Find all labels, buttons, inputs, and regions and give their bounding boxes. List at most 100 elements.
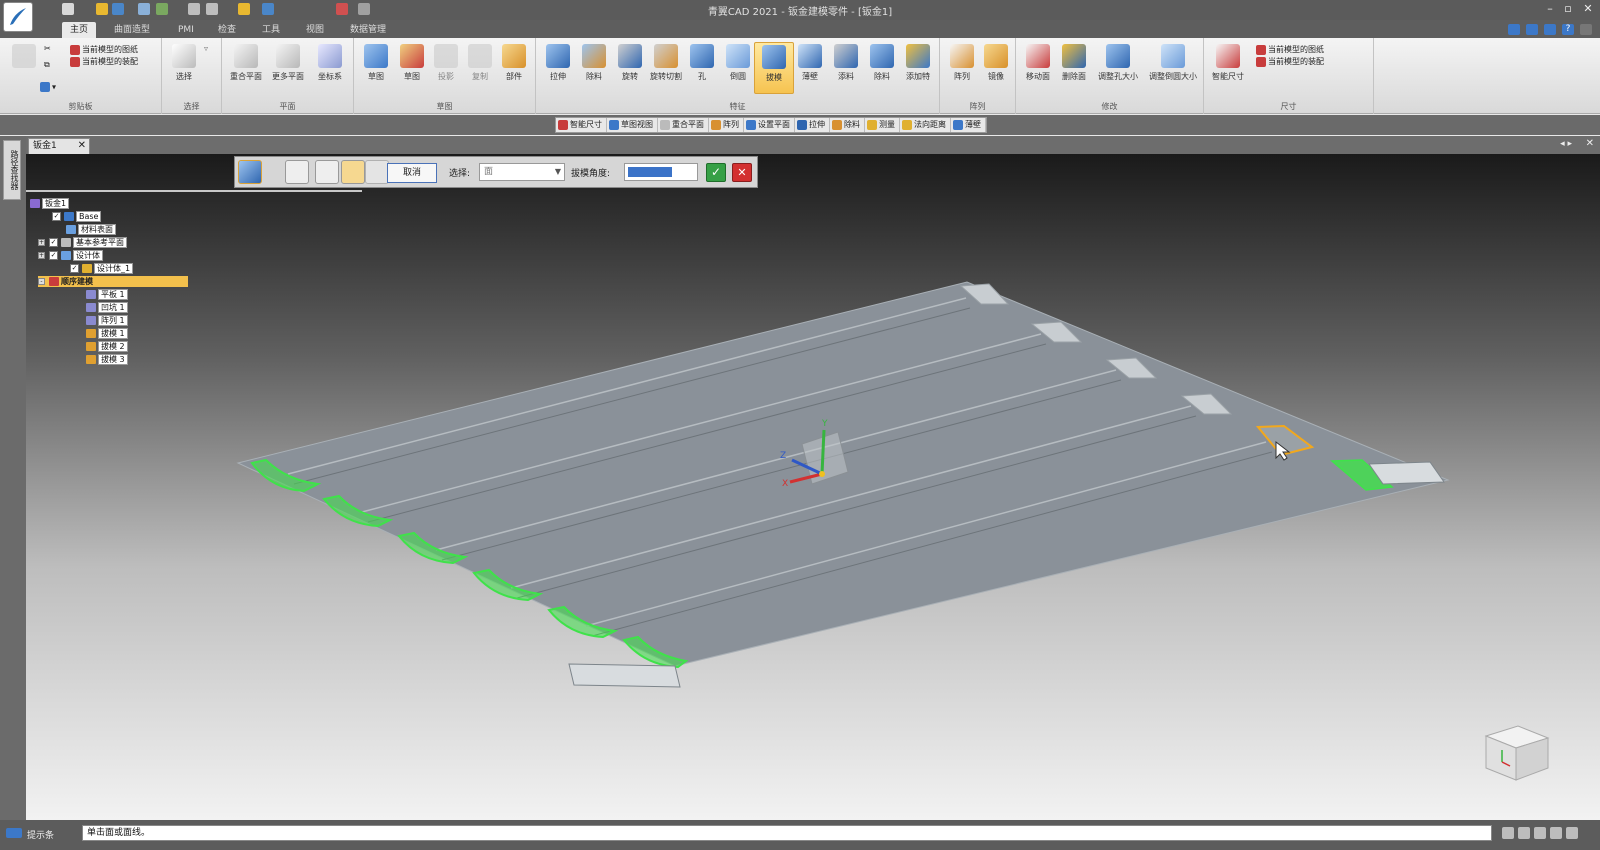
resize-hole-button[interactable]: 调整孔大小 xyxy=(1092,42,1144,94)
dimension-drawing-of-active-model[interactable]: 当前模型的图纸 xyxy=(1256,44,1324,56)
hole-button[interactable]: 孔 xyxy=(682,42,722,94)
tree-item-dimple[interactable]: 凹坑 1 xyxy=(86,302,128,313)
select-button[interactable]: 选择 xyxy=(164,42,204,94)
ribbon-layout-icon[interactable] xyxy=(1526,24,1538,35)
cmd-pattern[interactable]: 阵列 xyxy=(709,118,744,132)
tab-inspect[interactable]: 检查 xyxy=(210,22,244,38)
step-face-icon[interactable] xyxy=(285,160,309,184)
zoom-icon[interactable] xyxy=(1502,827,1514,839)
expand-icon[interactable]: + xyxy=(38,252,45,259)
extrude-button[interactable]: 拉伸 xyxy=(538,42,578,94)
smart-dimension-button[interactable]: 智能尺寸 xyxy=(1208,42,1248,94)
cmd-smart-dimension[interactable]: 智能尺寸 xyxy=(556,118,607,132)
tree-item-root[interactable]: 钣金1 xyxy=(30,198,70,209)
step-box-icon[interactable] xyxy=(341,160,365,184)
cancel-button[interactable]: 取消 xyxy=(387,163,437,183)
tree-item-draft-3[interactable]: 拔模 3 xyxy=(86,354,128,365)
cmd-thin-wall[interactable]: 薄壁 xyxy=(951,118,986,132)
tab-scroll-icon[interactable]: ◂ ▸ xyxy=(1560,139,1572,149)
draft-angle-input[interactable] xyxy=(624,163,698,181)
cmd-coincident-plane[interactable]: 重合平面 xyxy=(658,118,709,132)
tree-item-pattern[interactable]: 阵列 1 xyxy=(86,315,128,326)
revolve-cut-button[interactable]: 旋转切割 xyxy=(646,42,686,94)
sketch-button[interactable]: 草图 xyxy=(356,42,396,94)
close-command-button[interactable]: ✕ xyxy=(732,163,752,182)
revolve-button[interactable]: 旋转 xyxy=(610,42,650,94)
tab-pmi[interactable]: PMI xyxy=(170,22,202,38)
draft-button[interactable]: 拔模 xyxy=(754,42,794,94)
tree-item-design-body[interactable]: + ✓ 设计体 xyxy=(38,250,103,261)
checkbox-icon[interactable]: ✓ xyxy=(49,251,58,260)
part-button[interactable]: 部件 xyxy=(494,42,534,94)
tab-view[interactable]: 视图 xyxy=(298,22,332,38)
drawing-of-active-model[interactable]: 当前模型的图纸 xyxy=(70,44,138,56)
pan-icon[interactable] xyxy=(1534,827,1546,839)
round-button[interactable]: 倒圆 xyxy=(718,42,758,94)
tree-item-base[interactable]: ✓ Base xyxy=(52,211,102,222)
remove-material-button[interactable]: 除料 xyxy=(862,42,902,94)
more-planes-button[interactable]: 更多平面 xyxy=(268,42,308,94)
coordinate-system-button[interactable]: 坐标系 xyxy=(310,42,350,94)
document-tab-close-icon[interactable]: ✕ xyxy=(78,139,86,153)
ribbon-collapse-icon[interactable] xyxy=(1580,24,1592,35)
document-tab[interactable]: 钣金1 ✕ xyxy=(28,138,90,154)
fit-icon[interactable] xyxy=(1518,827,1530,839)
help-icon[interactable]: ? xyxy=(1562,24,1574,35)
tree-item-draft-2[interactable]: 拔模 2 xyxy=(86,341,128,352)
document-close-icon[interactable]: ✕ xyxy=(1586,138,1594,149)
tree-item-material-surface[interactable]: 材料表面 xyxy=(66,224,116,235)
tab-home[interactable]: 主页 xyxy=(62,22,97,38)
graphics-viewport[interactable]: Y Z X 取消 选择: 面 ▼ 拔模角度: ✓ ✕ 钣金1 ✓ Base 材料… xyxy=(26,154,1600,820)
accept-button[interactable]: ✓ xyxy=(706,163,726,182)
thin-wall-button[interactable]: 薄壁 xyxy=(790,42,830,94)
copy-icon[interactable]: ⧉ xyxy=(44,60,50,72)
maximize-icon[interactable]: ▫ xyxy=(1560,2,1576,16)
cmd-cut[interactable]: 除料 xyxy=(830,118,865,132)
coincident-plane-button[interactable]: 重合平面 xyxy=(226,42,266,94)
tab-data-management[interactable]: 数据管理 xyxy=(342,22,394,38)
select-type-dropdown[interactable]: 面 ▼ xyxy=(479,163,565,181)
pathfinder-pin-tab[interactable]: 路径查找器 xyxy=(3,140,21,200)
tree-item-tab[interactable]: 平板 1 xyxy=(86,289,128,300)
resize-round-button[interactable]: 调整倒圆大小 xyxy=(1144,42,1202,94)
assembly-of-active-model[interactable]: 当前模型的装配 xyxy=(70,56,138,68)
rotate-icon[interactable] xyxy=(1550,827,1562,839)
add-material-button[interactable]: 添料 xyxy=(826,42,866,94)
checkbox-icon[interactable]: ✓ xyxy=(49,238,58,247)
app-logo-icon[interactable] xyxy=(3,2,33,32)
step-select-icon[interactable] xyxy=(315,160,339,184)
cmd-set-plane[interactable]: 设置平面 xyxy=(744,118,795,132)
delete-face-button[interactable]: 删除面 xyxy=(1054,42,1094,94)
cmd-extrude[interactable]: 拉伸 xyxy=(795,118,830,132)
checkbox-icon[interactable]: ✓ xyxy=(70,264,79,273)
checkbox-icon[interactable]: ✓ xyxy=(52,212,61,221)
cut-icon[interactable]: ✂ xyxy=(44,44,51,56)
sheet-metal-model[interactable]: Y Z X xyxy=(26,154,1600,820)
cmd-sketch-view[interactable]: 草图视图 xyxy=(607,118,658,132)
tab-tools[interactable]: 工具 xyxy=(254,22,288,38)
mirror-button[interactable]: 镜像 xyxy=(976,42,1016,94)
close-icon[interactable]: ✕ xyxy=(1580,2,1596,16)
tree-item-reference-planes[interactable]: + ✓ 基本参考平面 xyxy=(38,237,127,248)
minimize-icon[interactable]: – xyxy=(1542,2,1558,16)
tree-item-ordered-modeling[interactable]: - 顺序建模 xyxy=(38,276,188,287)
tree-item-draft-1[interactable]: 拔模 1 xyxy=(86,328,128,339)
dimension-assembly-of-active-model[interactable]: 当前模型的装配 xyxy=(1256,56,1324,68)
step-preview-icon[interactable] xyxy=(365,160,389,184)
cmd-measure[interactable]: 测量 xyxy=(865,118,900,132)
expand-icon[interactable]: + xyxy=(38,239,45,246)
cut-button[interactable]: 除料 xyxy=(574,42,614,94)
tree-item-design-body-1[interactable]: ✓ 设计体_1 xyxy=(70,263,134,274)
view-style-icon[interactable] xyxy=(1566,827,1578,839)
tab-surfacing[interactable]: 曲面造型 xyxy=(106,22,158,38)
select-filter-icon[interactable]: ▿ xyxy=(204,44,208,56)
ribbon-option-icon[interactable] xyxy=(1508,24,1520,35)
add-feature-button[interactable]: 添加特 xyxy=(898,42,938,94)
format-icon[interactable]: ▾ xyxy=(40,82,56,94)
move-face-button[interactable]: 移动面 xyxy=(1018,42,1058,94)
collapse-icon[interactable]: - xyxy=(38,278,45,285)
cmd-normal-distance[interactable]: 法向距离 xyxy=(900,118,951,132)
draft-icon[interactable] xyxy=(238,160,262,184)
paste-button[interactable] xyxy=(4,42,44,94)
ribbon-window-icon[interactable] xyxy=(1544,24,1556,35)
